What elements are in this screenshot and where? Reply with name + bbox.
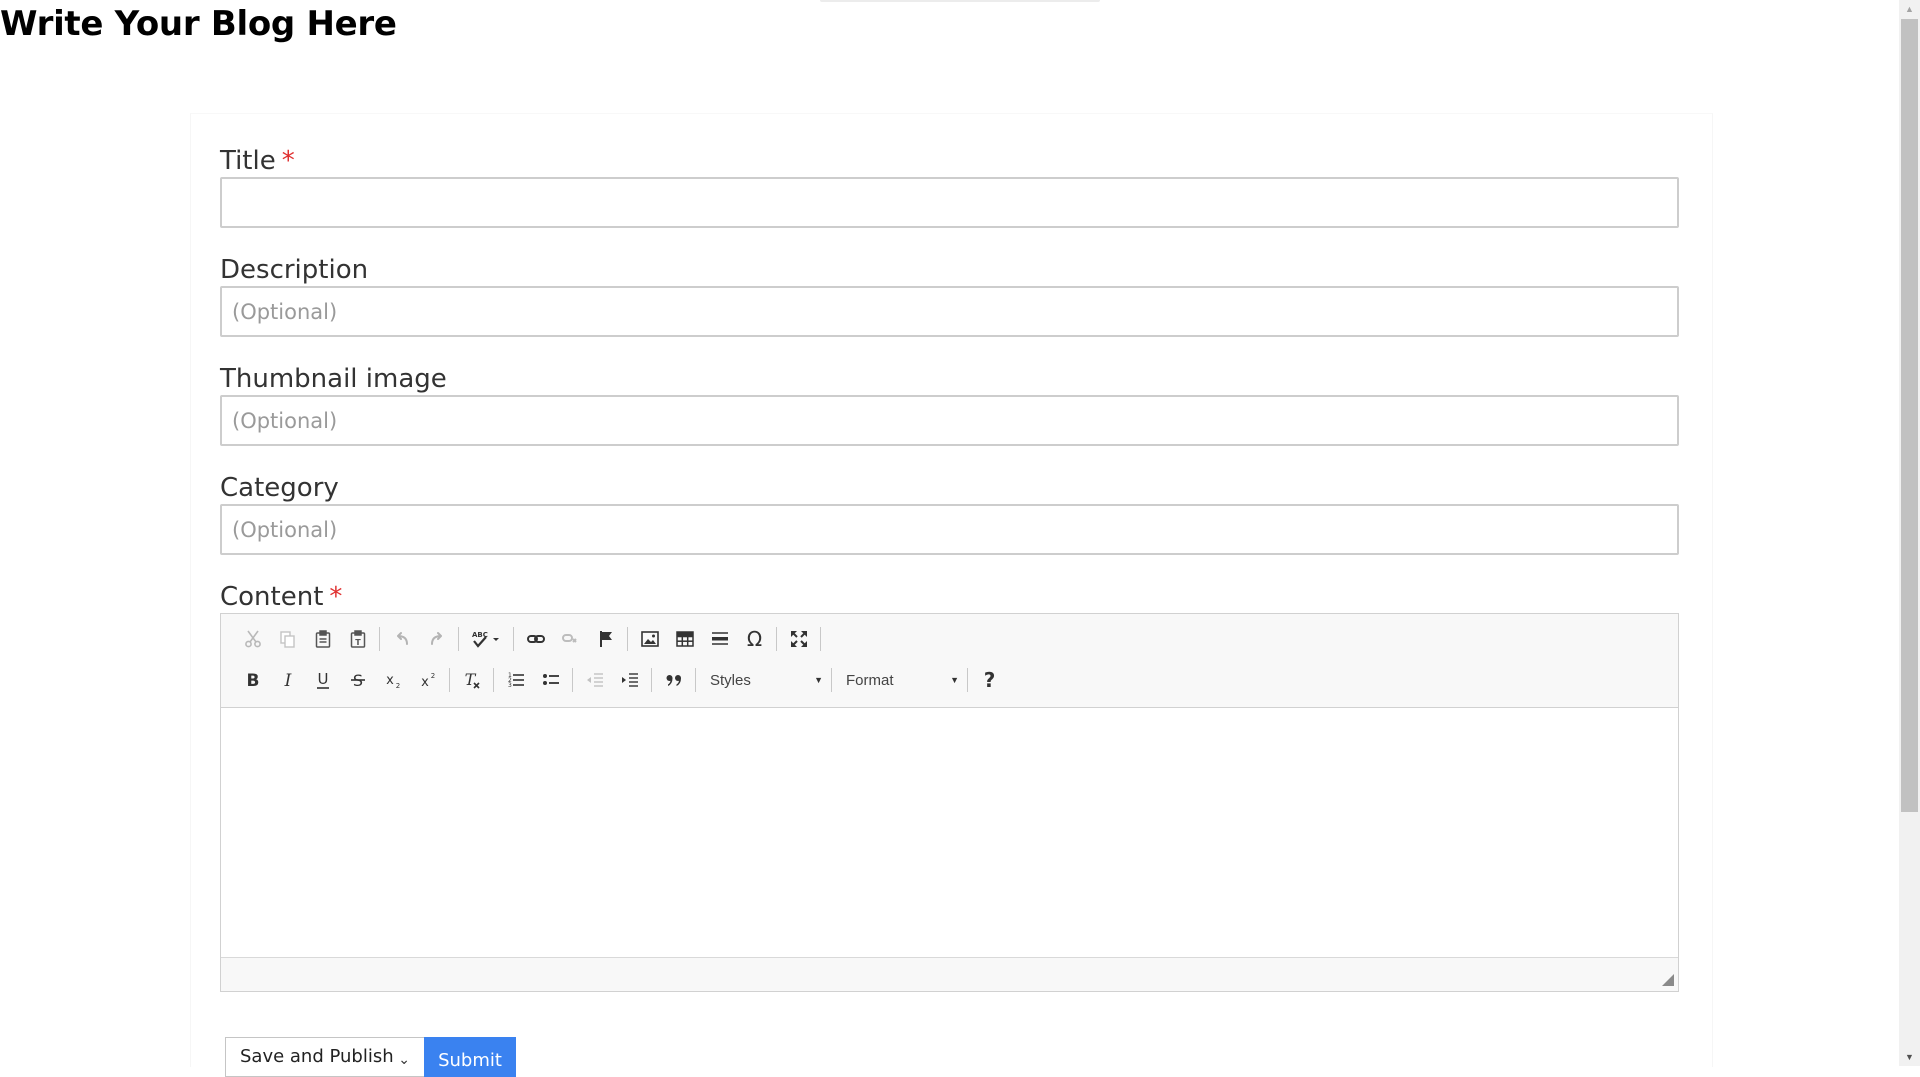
svg-text:T: T	[355, 638, 361, 647]
toolbar-separator	[695, 668, 696, 692]
omega-glyph: Ω	[746, 627, 763, 651]
outdent-icon[interactable]	[577, 663, 612, 697]
svg-text:U: U	[317, 670, 328, 688]
submit-button[interactable]: Submit	[424, 1037, 516, 1077]
bulleted-list-icon[interactable]	[533, 663, 568, 697]
page-title: Write Your Blog Here	[0, 4, 397, 44]
toolbar-separator	[651, 668, 652, 692]
svg-text:B: B	[246, 671, 259, 690]
title-label-text: Title	[220, 146, 276, 176]
toolbar-separator	[379, 627, 380, 651]
toolbar-separator	[513, 627, 514, 651]
top-edge-shadow	[820, 0, 1100, 2]
superscript-icon[interactable]: x2	[410, 663, 445, 697]
redo-icon[interactable]	[419, 622, 454, 656]
editor-toolbar: T ABC Ω B I U x 2 x 2 T 1 2 3 Styles ▼ F…	[221, 614, 1678, 708]
title-label: Title *	[220, 146, 295, 176]
undo-icon[interactable]	[384, 622, 419, 656]
toolbar-separator	[627, 627, 628, 651]
chevron-down-icon: ▼	[950, 675, 959, 685]
toolbar-separator	[967, 668, 968, 692]
styles-dropdown[interactable]: Styles ▼	[700, 664, 827, 696]
svg-text:x: x	[386, 673, 394, 688]
help-glyph: ?	[983, 668, 996, 692]
chevron-down-icon: ▼	[814, 675, 823, 685]
indent-icon[interactable]	[612, 663, 647, 697]
link-icon[interactable]	[518, 622, 553, 656]
toolbar-separator	[458, 627, 459, 651]
svg-text:3: 3	[508, 682, 512, 689]
format-dropdown[interactable]: Format ▼	[836, 664, 963, 696]
svg-text:I: I	[283, 671, 291, 690]
publish-mode-select[interactable]: Save and Publish ⌄	[225, 1037, 425, 1077]
strikethrough-icon[interactable]: S	[340, 663, 375, 697]
scrollbar-thumb[interactable]	[1901, 19, 1918, 812]
toolbar-separator	[572, 668, 573, 692]
required-marker: *	[281, 146, 295, 176]
toolbar-separator	[449, 668, 450, 692]
rich-text-editor: T ABC Ω B I U x 2 x 2 T 1 2 3 Styles ▼ F…	[220, 613, 1679, 992]
numbered-list-icon[interactable]: 123	[498, 663, 533, 697]
svg-text:x: x	[421, 675, 429, 690]
subscript-icon[interactable]: x2	[375, 663, 410, 697]
page-scrollbar[interactable]: ▲ ▼	[1899, 0, 1920, 1066]
editor-content-area[interactable]	[221, 708, 1678, 958]
description-label: Description	[220, 255, 369, 285]
editor-status-bar	[221, 957, 1678, 991]
remove-format-icon[interactable]: T	[454, 663, 489, 697]
thumbnail-label: Thumbnail image	[220, 364, 447, 394]
scroll-down-arrow-icon[interactable]: ▼	[1899, 1048, 1920, 1066]
maximize-icon[interactable]	[781, 622, 816, 656]
toolbar-separator	[493, 668, 494, 692]
paste-icon[interactable]	[305, 622, 340, 656]
spellcheck-icon[interactable]: ABC	[463, 622, 509, 656]
content-label: Content *	[220, 582, 342, 612]
title-input[interactable]	[220, 177, 1679, 228]
bold-icon[interactable]: B	[235, 663, 270, 697]
toolbar-row-1: T ABC Ω	[235, 621, 825, 657]
styles-label: Styles	[710, 671, 751, 689]
required-marker: *	[329, 582, 343, 612]
help-icon[interactable]: ?	[972, 663, 1007, 697]
table-icon[interactable]	[667, 622, 702, 656]
resize-handle-icon[interactable]	[1662, 974, 1674, 986]
underline-icon[interactable]: U	[305, 663, 340, 697]
svg-text:2: 2	[395, 682, 399, 690]
toolbar-separator	[820, 627, 821, 651]
thumbnail-input[interactable]	[220, 395, 1679, 446]
description-input[interactable]	[220, 286, 1679, 337]
content-label-text: Content	[220, 582, 324, 612]
paste-text-icon[interactable]: T	[340, 622, 375, 656]
category-input[interactable]	[220, 504, 1679, 555]
blockquote-icon[interactable]	[656, 663, 691, 697]
cut-icon[interactable]	[235, 622, 270, 656]
horizontal-line-icon[interactable]	[702, 622, 737, 656]
toolbar-row-2: B I U S x2 x2 T 123	[235, 662, 1007, 698]
category-label: Category	[220, 473, 339, 503]
scroll-up-arrow-icon[interactable]: ▲	[1899, 0, 1920, 18]
special-char-icon[interactable]: Ω	[737, 622, 772, 656]
publish-mode-value: Save and Publish	[240, 1046, 394, 1067]
format-label: Format	[846, 671, 894, 689]
toolbar-separator	[831, 668, 832, 692]
svg-text:2: 2	[430, 672, 434, 680]
anchor-icon[interactable]	[588, 622, 623, 656]
unlink-icon[interactable]	[553, 622, 588, 656]
copy-icon[interactable]	[270, 622, 305, 656]
toolbar-separator	[776, 627, 777, 651]
italic-icon[interactable]: I	[270, 663, 305, 697]
image-icon[interactable]	[632, 622, 667, 656]
